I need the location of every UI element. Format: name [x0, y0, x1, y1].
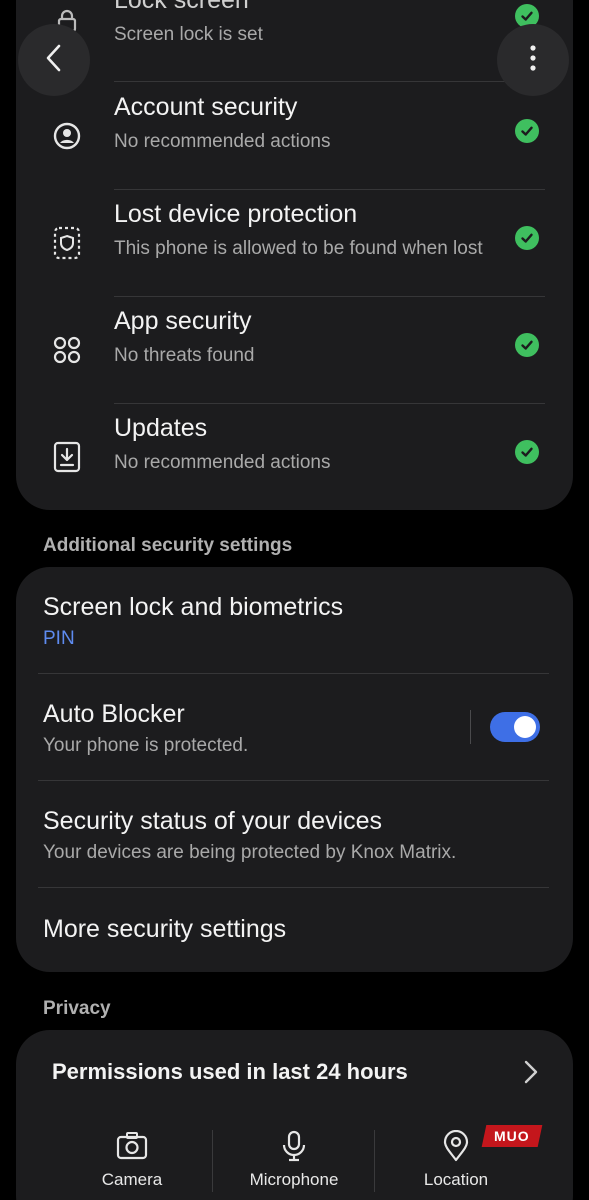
back-arrow-icon: [42, 43, 66, 78]
divider: [114, 296, 545, 297]
divider: [114, 81, 545, 82]
back-button[interactable]: [18, 24, 90, 96]
divider: [114, 189, 545, 190]
camera-icon: [116, 1130, 148, 1162]
muo-watermark-logo: MUO: [481, 1125, 543, 1147]
additional-settings-card: Screen lock and biometrics PIN Auto Bloc…: [16, 567, 573, 972]
microphone-icon: [278, 1130, 310, 1162]
status-item-title: Updates: [114, 414, 208, 442]
setting-title: Auto Blocker: [43, 700, 185, 728]
status-item-subtitle: No recommended actions: [114, 452, 331, 473]
apps-icon: [50, 333, 84, 367]
chevron-right-icon: [521, 1058, 541, 1086]
setting-security-status-devices[interactable]: Security status of your devices Your dev…: [16, 781, 573, 888]
status-item-lock-screen[interactable]: Lock screen Screen lock is set: [16, 0, 573, 97]
watermark-text: MUO: [494, 1128, 530, 1144]
toggle-knob: [514, 716, 536, 738]
permission-label: Camera: [101, 1170, 163, 1189]
setting-title: Screen lock and biometrics: [43, 593, 344, 621]
lost-device-icon: [50, 226, 84, 260]
auto-blocker-toggle[interactable]: [490, 712, 540, 742]
setting-auto-blocker[interactable]: Auto Blocker Your phone is protected.: [16, 674, 573, 781]
setting-title: More security settings: [43, 915, 287, 943]
section-header-additional: Additional security settings: [43, 535, 293, 556]
check-icon: [515, 226, 539, 250]
check-icon: [515, 119, 539, 143]
permission-label: Location: [423, 1170, 489, 1189]
security-status-card: Lock screen Screen lock is set Account s…: [16, 0, 573, 510]
status-item-title: Lock screen: [114, 0, 249, 14]
status-item-subtitle: Screen lock is set: [114, 24, 263, 45]
permission-label: Microphone: [249, 1170, 339, 1189]
more-options-button[interactable]: [497, 24, 569, 96]
section-header-privacy: Privacy: [43, 998, 111, 1019]
permission-microphone[interactable]: Microphone: [214, 1130, 374, 1196]
divider: [374, 1130, 375, 1192]
status-item-subtitle: This phone is allowed to be found when l…: [114, 238, 483, 259]
status-item-account-security[interactable]: Account security No recommended actions: [16, 93, 573, 204]
status-item-subtitle: No recommended actions: [114, 131, 331, 152]
status-item-lost-device-protection[interactable]: Lost device protection This phone is all…: [16, 200, 573, 311]
status-item-title: Lost device protection: [114, 200, 358, 228]
setting-screen-lock-biometrics[interactable]: Screen lock and biometrics PIN: [16, 567, 573, 674]
status-item-title: App security: [114, 307, 252, 335]
setting-subtitle: Your devices are being protected by Knox…: [43, 842, 457, 863]
status-item-title: Account security: [114, 93, 298, 121]
privacy-card: Permissions used in last 24 hours Camera…: [16, 1030, 573, 1200]
divider: [114, 403, 545, 404]
setting-title: Security status of your devices: [43, 807, 383, 835]
more-vert-icon: [529, 44, 537, 77]
update-icon: [50, 440, 84, 474]
check-icon: [515, 440, 539, 464]
setting-more-security[interactable]: More security settings: [16, 888, 573, 972]
status-item-subtitle: No threats found: [114, 345, 255, 366]
divider: [212, 1130, 213, 1192]
check-icon: [515, 333, 539, 357]
setting-subtitle: PIN: [43, 628, 75, 649]
permissions-title: Permissions used in last 24 hours: [52, 1059, 408, 1084]
setting-subtitle: Your phone is protected.: [43, 735, 249, 756]
account-icon: [50, 119, 84, 153]
status-item-updates[interactable]: Updates No recommended actions: [16, 414, 573, 525]
divider: [470, 710, 471, 744]
status-item-app-security[interactable]: App security No threats found: [16, 307, 573, 418]
location-icon: [440, 1129, 472, 1162]
permission-camera[interactable]: Camera: [52, 1130, 212, 1196]
